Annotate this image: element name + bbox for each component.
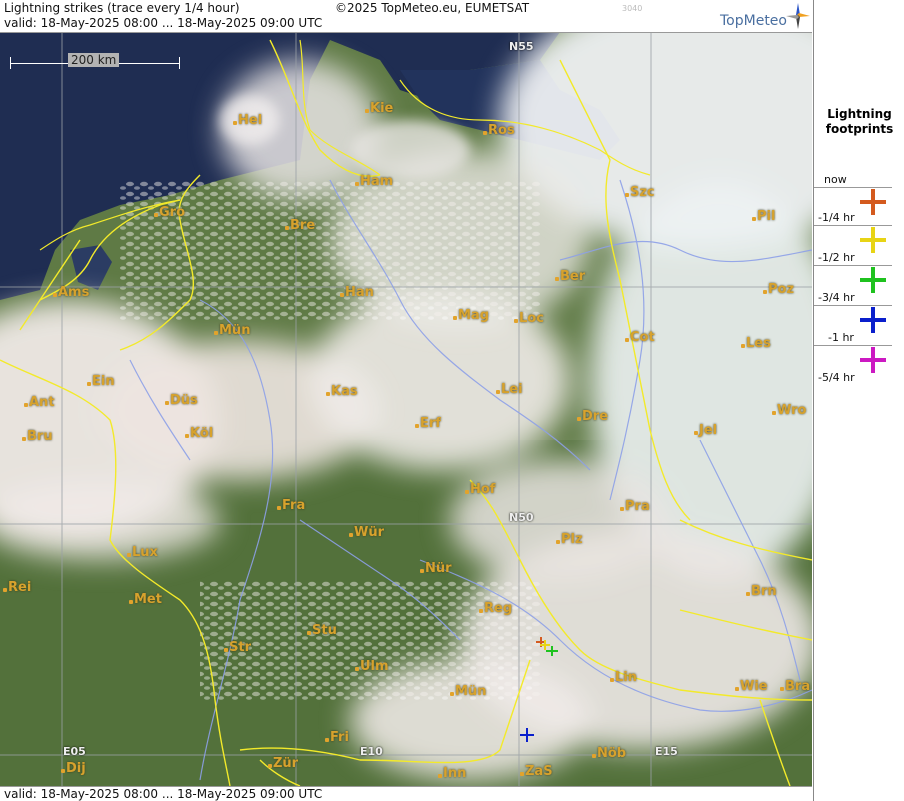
city-dre: Dre xyxy=(577,409,608,424)
city-inn: Inn xyxy=(438,766,466,781)
city-stu: Stu xyxy=(307,623,337,638)
legend-item-five-quarter-hour: -5/4 hr xyxy=(818,371,855,384)
header-bar: Lightning strikes (trace every 1/4 hour)… xyxy=(0,0,812,33)
city-bre: Bre xyxy=(285,218,315,233)
legend-item-quarter-hour: -1/4 hr xyxy=(814,211,904,253)
city-ber: Ber xyxy=(555,269,585,284)
city-fra: Fra xyxy=(277,498,305,513)
city-lei: Lei xyxy=(496,382,523,397)
city-wie: Wie xyxy=(735,679,768,694)
valid-time: valid: 18-May-2025 08:00 ... 18-May-2025… xyxy=(4,16,323,30)
coord-e05: E05 xyxy=(63,745,86,758)
city-mag: Mag xyxy=(453,308,489,323)
city-wur: Wür xyxy=(349,525,384,540)
copyright-text: ©2025 TopMeteo.eu, EUMETSAT xyxy=(335,1,530,15)
city-les: Les xyxy=(741,336,771,351)
legend-panel: Lightning footprints now -1/4 hr -1/2 hr… xyxy=(813,0,904,801)
city-zur: Zür xyxy=(268,756,298,771)
city-pil: Pil xyxy=(752,209,775,224)
city-ulm: Ulm xyxy=(355,659,389,674)
footer-valid-time: valid: 18-May-2025 08:00 ... 18-May-2025… xyxy=(4,787,323,801)
city-wro: Wro xyxy=(772,403,806,418)
city-szc: Szc xyxy=(625,185,655,200)
city-bra: Bra xyxy=(780,679,810,694)
city-han: Han xyxy=(340,285,374,300)
code-label: 3040 xyxy=(622,4,643,13)
lightning-strike-single xyxy=(520,728,534,742)
coord-e10: E10 xyxy=(360,745,383,758)
legend-item-now: now xyxy=(814,173,904,215)
city-nob: Nöb xyxy=(592,746,626,761)
city-lin: Lin xyxy=(610,670,637,685)
city-hel: Hel xyxy=(233,113,262,128)
city-met: Met xyxy=(129,592,162,607)
city-reg: Reg xyxy=(479,601,512,616)
city-jel: Jel xyxy=(694,423,717,438)
city-dus: Düs xyxy=(165,393,198,408)
satellite-map: 200 km Hel Kie Ros Ham Szc Gro Bre Pil B… xyxy=(0,0,812,801)
city-cot: Cot xyxy=(625,330,655,345)
city-ein: Ein xyxy=(87,374,115,389)
footer-bar: valid: 18-May-2025 08:00 ... 18-May-2025… xyxy=(0,786,812,801)
city-lux: Lux xyxy=(127,545,158,560)
city-mun-south: Mün xyxy=(450,684,486,699)
legend-title: Lightning footprints xyxy=(825,107,894,136)
city-gro: Gro xyxy=(154,205,185,220)
scale-label: 200 km xyxy=(68,53,120,67)
city-erf: Erf xyxy=(415,416,441,431)
city-str: Str xyxy=(224,640,251,655)
city-poz: Poz xyxy=(763,282,794,297)
city-bru: Bru xyxy=(22,429,53,444)
city-kas: Kas xyxy=(326,384,358,399)
lightning-strike-cluster xyxy=(536,637,558,656)
brand-name: TopMeteo xyxy=(720,13,787,29)
city-hof: Hof xyxy=(465,482,495,497)
legend-item-one-hour: -1 hr xyxy=(814,331,904,373)
map-background xyxy=(0,0,812,801)
city-kol: Köl xyxy=(185,426,213,441)
compass-logo-icon xyxy=(786,3,810,29)
city-pra: Pra xyxy=(620,499,650,514)
city-rei: Rei xyxy=(3,580,31,595)
city-ham: Ham xyxy=(355,174,393,189)
city-fri: Fri xyxy=(325,730,349,745)
legend-item-three-quarter-hour: -3/4 hr xyxy=(814,291,904,333)
city-ams: Ams xyxy=(53,285,89,300)
city-nur: Nür xyxy=(420,561,452,576)
city-zas: ZaS xyxy=(520,764,553,779)
city-dij: Dij xyxy=(61,761,86,776)
legend-item-half-hour: -1/2 hr xyxy=(814,251,904,293)
coord-e15: E15 xyxy=(655,745,678,758)
city-ros: Ros xyxy=(483,123,515,138)
city-ant: Ant xyxy=(24,395,55,410)
city-plz: Plz xyxy=(556,532,583,547)
city-brn: Brn xyxy=(746,584,777,599)
city-loc: Loc xyxy=(514,311,544,326)
scale-bar: 200 km xyxy=(10,53,180,70)
city-mun-north: Mün xyxy=(214,323,250,338)
coord-n50: N50 xyxy=(509,511,534,524)
city-kie: Kie xyxy=(365,101,393,116)
map-title: Lightning strikes (trace every 1/4 hour) xyxy=(4,1,240,15)
coord-n55: N55 xyxy=(509,40,534,53)
